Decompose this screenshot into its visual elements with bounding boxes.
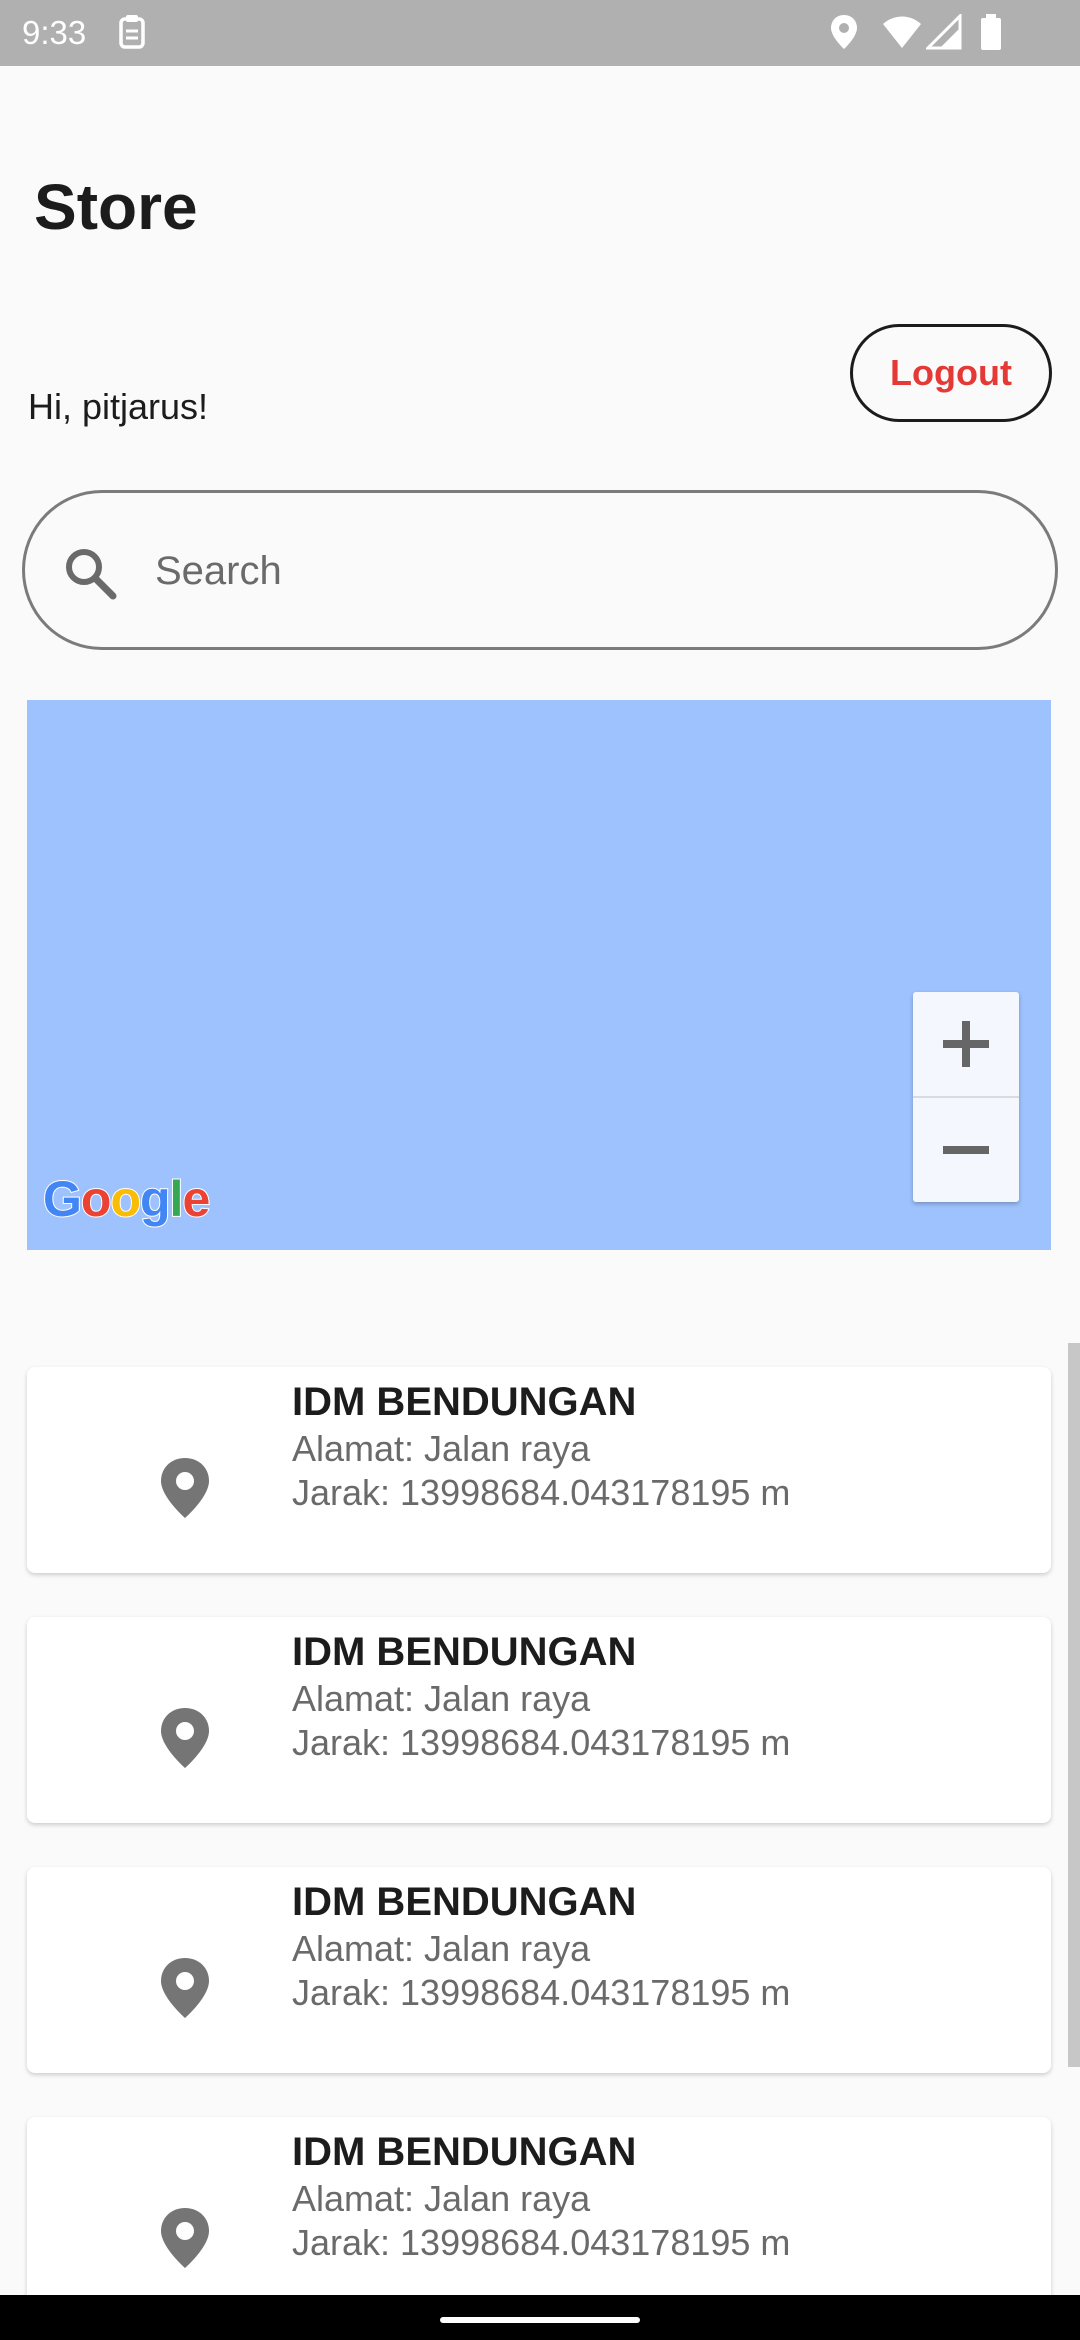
store-address: Alamat: Jalan raya <box>292 1928 591 1969</box>
store-name: IDM BENDUNGAN <box>292 1880 637 1924</box>
zoom-controls <box>913 992 1019 1202</box>
zoom-in-button[interactable] <box>913 992 1019 1096</box>
page-title: Store <box>34 171 198 243</box>
pin-icon <box>161 1458 209 1518</box>
battery-icon <box>981 14 1001 50</box>
minus-icon <box>943 1146 989 1154</box>
store-card[interactable]: IDM BENDUNGAN Alamat: Jalan raya Jarak: … <box>27 1367 1051 1573</box>
store-name: IDM BENDUNGAN <box>292 1380 637 1424</box>
store-list[interactable]: IDM BENDUNGAN Alamat: Jalan raya Jarak: … <box>0 1340 1080 2295</box>
location-icon <box>831 15 857 49</box>
search-input[interactable] <box>155 523 1015 619</box>
search-icon <box>66 549 117 600</box>
store-card[interactable]: IDM BENDUNGAN Alamat: Jalan raya Jarak: … <box>27 2117 1051 2295</box>
store-card[interactable]: IDM BENDUNGAN Alamat: Jalan raya Jarak: … <box>27 1867 1051 2073</box>
clipboard-icon <box>119 15 145 49</box>
store-distance: Jarak: 13998684.043178195 m <box>292 1972 791 2013</box>
wifi-icon <box>883 16 921 48</box>
home-gesture-handle[interactable] <box>440 2317 640 2323</box>
store-distance: Jarak: 13998684.043178195 m <box>292 1722 791 1763</box>
status-bar: 9:33 <box>0 0 1080 66</box>
store-name: IDM BENDUNGAN <box>292 2130 637 2174</box>
store-address: Alamat: Jalan raya <box>292 1678 591 1719</box>
logout-button[interactable]: Logout <box>850 324 1052 422</box>
pin-icon <box>161 1958 209 2018</box>
navigation-bar <box>0 2295 1080 2340</box>
zoom-out-button[interactable] <box>913 1098 1019 1202</box>
greeting-text: Hi, pitjarus! <box>28 386 209 427</box>
pin-icon <box>161 2208 209 2268</box>
store-address: Alamat: Jalan raya <box>292 1428 591 1469</box>
store-card[interactable]: IDM BENDUNGAN Alamat: Jalan raya Jarak: … <box>27 1617 1051 1823</box>
store-distance: Jarak: 13998684.043178195 m <box>292 2222 791 2263</box>
pin-icon <box>161 1708 209 1768</box>
store-address: Alamat: Jalan raya <box>292 2178 591 2219</box>
map-view[interactable]: Google <box>27 700 1051 1250</box>
scrollbar[interactable] <box>1068 1343 1080 2067</box>
google-logo: Google <box>42 1170 211 1228</box>
store-name: IDM BENDUNGAN <box>292 1630 637 1674</box>
plus-icon <box>943 1021 989 1067</box>
store-distance: Jarak: 13998684.043178195 m <box>292 1472 791 1513</box>
status-time: 9:33 <box>22 14 87 51</box>
signal-icon <box>926 14 962 50</box>
search-bar[interactable] <box>22 490 1058 650</box>
